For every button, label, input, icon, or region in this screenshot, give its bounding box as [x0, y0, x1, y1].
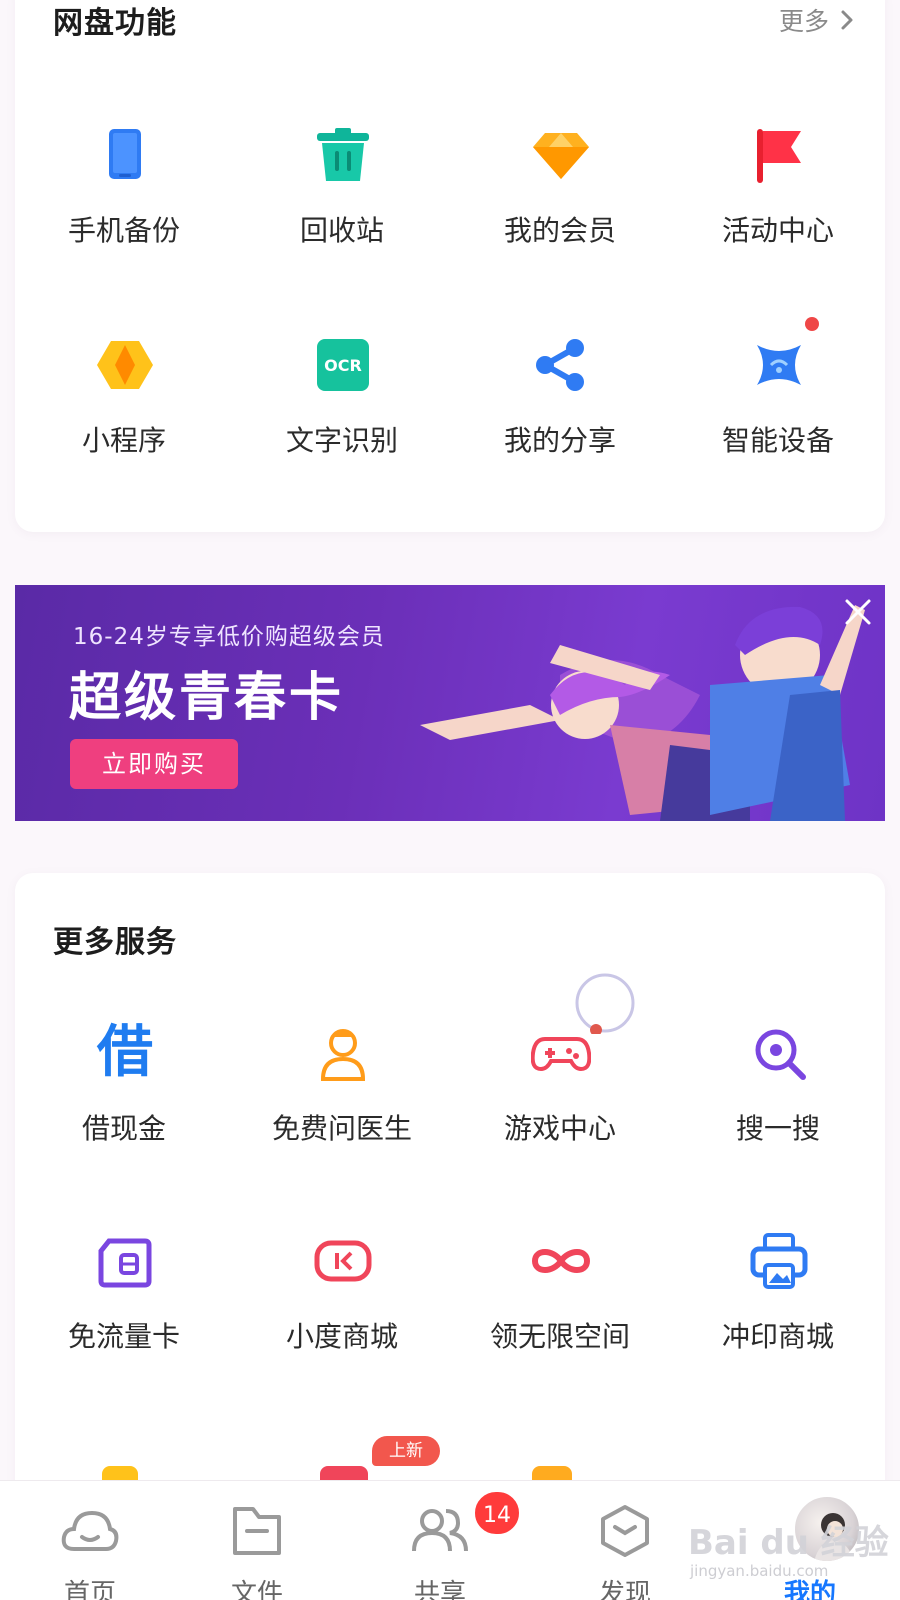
banner-headline: 超级青春卡: [69, 668, 345, 728]
feature-label: 小程序: [81, 424, 166, 457]
feature-label: 活动中心: [721, 214, 834, 247]
service-label: 搜一搜: [735, 1112, 820, 1145]
tab-home[interactable]: 首页: [0, 1481, 180, 1600]
smart-device-icon: [749, 335, 809, 395]
promo-banner[interactable]: 16-24岁专享低价购超级会员 超级青春卡 立即购买: [15, 585, 885, 821]
feature-membership[interactable]: 我的会员: [451, 125, 669, 275]
service-game-center[interactable]: 游戏中心: [451, 1023, 669, 1173]
tab-label: 共享: [413, 1579, 466, 1600]
feature-my-share[interactable]: 我的分享: [451, 335, 669, 485]
infinity-icon: [531, 1231, 591, 1291]
flag-icon: [749, 125, 809, 185]
service-label: 领无限空间: [489, 1320, 630, 1353]
feature-label: 智能设备: [721, 424, 834, 457]
services-title: 更多服务: [53, 925, 177, 960]
service-label: 冲印商城: [721, 1320, 834, 1353]
feature-label: 手机备份: [67, 214, 180, 247]
diamond-icon: [531, 125, 591, 185]
features-title: 网盘功能: [53, 6, 177, 41]
service-doctor[interactable]: 免费问医生: [233, 1023, 451, 1173]
partial-service-icon: [320, 1466, 368, 1480]
cube-icon: [601, 1505, 649, 1557]
feature-recycle-bin[interactable]: 回收站: [233, 125, 451, 275]
service-sim-card[interactable]: 免流量卡: [15, 1231, 233, 1381]
features-more-link[interactable]: 更多: [779, 2, 855, 38]
chevron-right-icon: [841, 10, 853, 30]
feature-label: 我的分享: [503, 424, 616, 457]
service-label: 小度商城: [285, 1320, 398, 1353]
search-icon: [749, 1023, 809, 1083]
service-label: 游戏中心: [503, 1112, 616, 1145]
people-icon: [412, 1509, 468, 1552]
loan-icon: 借: [95, 1023, 155, 1083]
new-dot-badge: [805, 317, 819, 331]
feature-label: 文字识别: [285, 424, 398, 457]
close-icon[interactable]: [841, 595, 875, 629]
loan-glyph: 借: [97, 1020, 153, 1085]
features-card: 网盘功能 更多 手机备份 回收站 我的会员 活动中心 小程序 OCR 文字识别 …: [15, 0, 885, 532]
trash-icon: [313, 125, 373, 185]
service-label: 免费问医生: [271, 1112, 412, 1145]
new-tag-badge: 上新: [372, 1436, 440, 1466]
folder-icon: [233, 1507, 281, 1555]
xiaodu-icon: [313, 1231, 373, 1291]
ocr-icon: OCR: [313, 335, 373, 395]
feature-label: 我的会员: [503, 214, 616, 247]
tab-label: 发现: [598, 1579, 651, 1600]
share-icon: [531, 335, 591, 395]
service-search[interactable]: 搜一搜: [669, 1023, 887, 1173]
printer-icon: [749, 1231, 809, 1291]
feature-mini-program[interactable]: 小程序: [15, 335, 233, 485]
partial-service-icon: [102, 1466, 138, 1480]
partial-service-icon: [532, 1466, 572, 1480]
feature-phone-backup[interactable]: 手机备份: [15, 125, 233, 275]
feature-activity-center[interactable]: 活动中心: [669, 125, 887, 275]
cloud-icon: [61, 1510, 119, 1551]
feature-label: 回收站: [299, 214, 384, 247]
feature-smart-device[interactable]: 智能设备: [669, 317, 887, 485]
doctor-icon: [313, 1023, 373, 1083]
tab-label: 文件: [230, 1579, 283, 1600]
service-print-mall[interactable]: 冲印商城: [669, 1231, 887, 1381]
banner-subtitle: 16-24岁专享低价购超级会员: [73, 624, 385, 650]
service-loan[interactable]: 借 借现金: [15, 1023, 233, 1173]
watermark-logo: Bai du 经验: [688, 1523, 889, 1563]
tab-files[interactable]: 文件: [167, 1481, 347, 1600]
buy-now-button[interactable]: 立即购买: [70, 739, 238, 789]
service-unlimited-space[interactable]: 领无限空间: [451, 1231, 669, 1381]
watermark-url: jingyan.baidu.com: [690, 1562, 829, 1580]
sim-card-icon: [95, 1231, 155, 1291]
phone-backup-icon: [95, 125, 155, 185]
ocr-icon-text: OCR: [324, 356, 362, 375]
more-label: 更多: [778, 7, 829, 36]
share-count-badge: 14: [472, 1489, 522, 1537]
service-xiaodu-mall[interactable]: 小度商城: [233, 1231, 451, 1381]
youth-illustration: [420, 605, 865, 821]
feature-ocr[interactable]: OCR 文字识别: [233, 335, 451, 485]
service-label: 免流量卡: [67, 1320, 180, 1353]
services-card: 更多服务 借 借现金 免费问医生 游戏中心 搜一搜 免流量卡 小度商城 领无限空…: [15, 873, 885, 1573]
mini-program-icon: [95, 335, 155, 395]
loading-spinner-icon: [575, 973, 635, 1034]
service-label: 借现金: [81, 1112, 166, 1145]
tab-label: 首页: [63, 1579, 116, 1600]
